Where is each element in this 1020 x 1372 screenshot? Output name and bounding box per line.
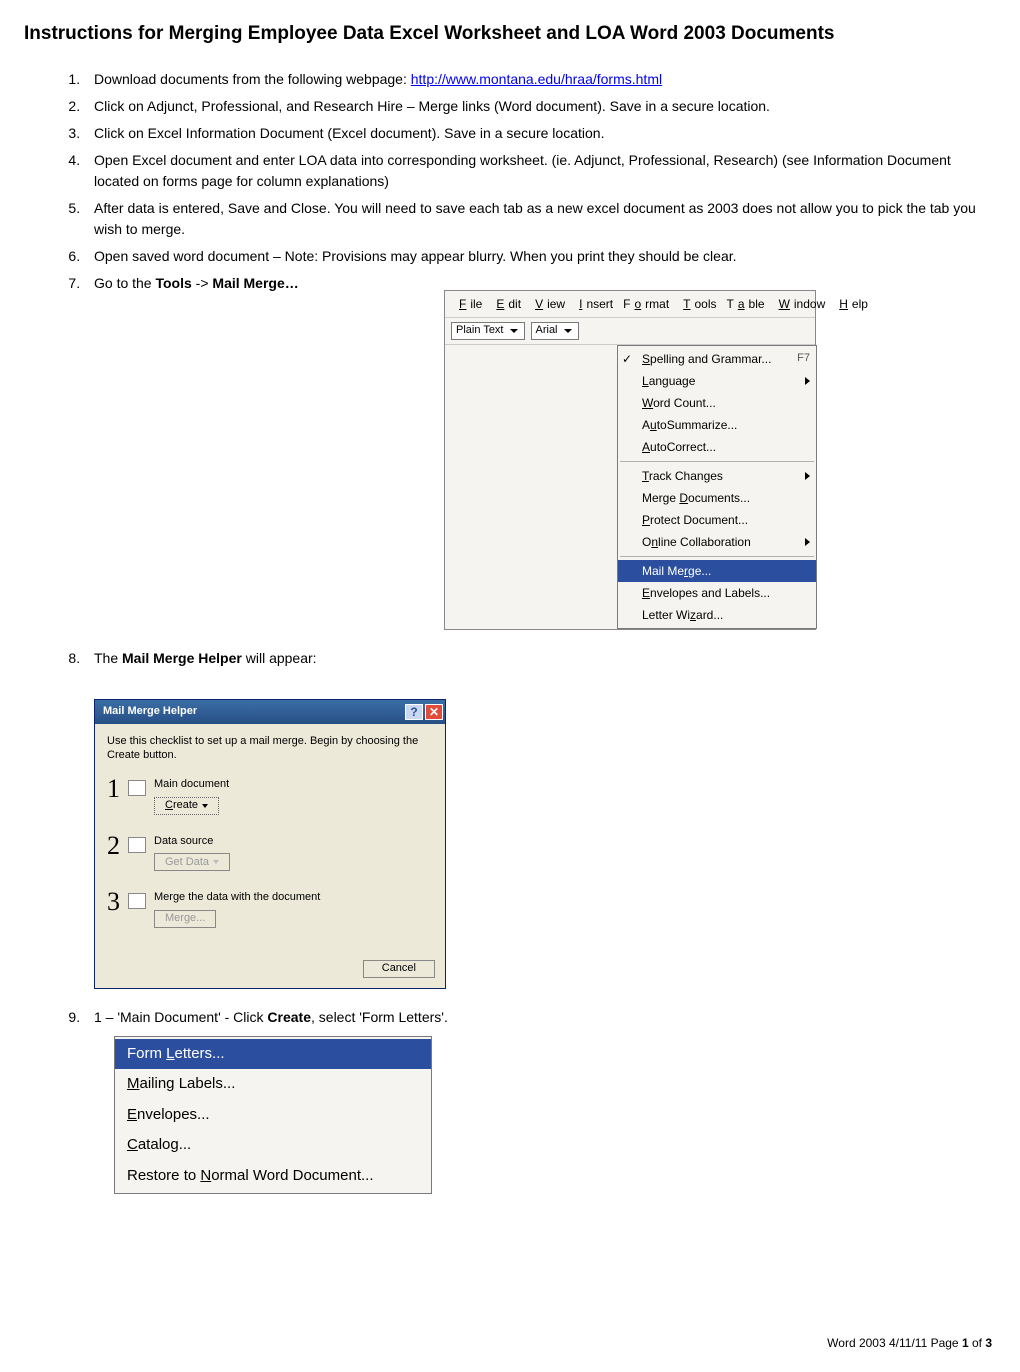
step-3: Click on Excel Information Document (Exc… [84, 123, 996, 144]
step-5: After data is entered, Save and Close. Y… [84, 198, 996, 240]
catalog-item[interactable]: Catalog... [115, 1130, 431, 1161]
mmh-step-1: 1 Main document Create [107, 776, 433, 815]
main-document-icon [128, 780, 146, 796]
step-8-prefix: The [94, 650, 122, 666]
step-9-prefix: 1 – 'Main Document' - Click [94, 1009, 267, 1025]
step-2: Click on Adjunct, Professional, and Rese… [84, 96, 996, 117]
instruction-list: Download documents from the following we… [24, 69, 996, 1195]
mmh-step-2: 2 Data source Get Data [107, 833, 433, 872]
form-letters-item[interactable]: Form Letters... [115, 1039, 431, 1070]
step-number: 3 [107, 889, 120, 915]
menu-autocorrect[interactable]: AutoCorrect... [618, 436, 816, 458]
step-9: 1 – 'Main Document' - Click Create, sele… [84, 1007, 996, 1195]
merge-button: Merge... [154, 910, 216, 928]
menu-edit[interactable]: Edit [488, 294, 525, 314]
get-data-button: Get Data [154, 853, 230, 871]
step-7: Go to the Tools -> Mail Merge… File Edit… [84, 273, 996, 630]
step-9-suffix: , select 'Form Letters'. [311, 1009, 448, 1025]
mmh-step-3: 3 Merge the data with the document Merge… [107, 889, 433, 928]
menu-window[interactable]: Window [771, 294, 830, 314]
help-button[interactable]: ? [405, 704, 423, 720]
step-6: Open saved word document – Note: Provisi… [84, 246, 996, 267]
dialog-titlebar: Mail Merge Helper ? ✕ [95, 700, 445, 724]
menu-file[interactable]: File [451, 294, 486, 314]
menu-tools[interactable]: Tools [675, 294, 720, 314]
mail-merge-helper-dialog: Mail Merge Helper ? ✕ Use this checklist… [94, 699, 446, 989]
menu-autosummarize[interactable]: AutoSummarize... [618, 414, 816, 436]
step-number: 2 [107, 833, 120, 859]
menu-separator [620, 556, 814, 557]
menu-insert[interactable]: Insert [571, 294, 617, 314]
step-8: The Mail Merge Helper will appear: Mail … [84, 648, 996, 989]
step-9-bold: Create [267, 1009, 311, 1025]
menu-letterwizard[interactable]: Letter Wizard... [618, 604, 816, 626]
close-button[interactable]: ✕ [425, 704, 443, 720]
step-8-suffix: will appear: [242, 650, 317, 666]
download-link[interactable]: http://www.montana.edu/hraa/forms.html [411, 71, 662, 87]
font-combo[interactable]: Arial [531, 322, 579, 340]
menu-mergedocuments[interactable]: Merge Documents... [618, 487, 816, 509]
menu-language[interactable]: Language [618, 370, 816, 392]
step-1-text: Download documents from the following we… [94, 71, 411, 87]
envelopes-item[interactable]: Envelopes... [115, 1100, 431, 1131]
menu-bar: File Edit View Insert Format Tools Table… [445, 291, 815, 318]
step-7-prefix: Go to the [94, 275, 155, 291]
menu-table[interactable]: Table [723, 294, 769, 314]
dialog-hint: Use this checklist to set up a mail merg… [107, 734, 433, 763]
step-number: 1 [107, 776, 120, 802]
mailing-labels-item[interactable]: Mailing Labels... [115, 1069, 431, 1100]
dialog-title: Mail Merge Helper [103, 703, 197, 720]
menu-onlinecollab[interactable]: Online Collaboration [618, 531, 816, 553]
menu-wordcount[interactable]: Word Count... [618, 392, 816, 414]
envelope-icon [622, 584, 636, 598]
step1-label: Main document [154, 776, 229, 793]
cancel-button[interactable]: Cancel [363, 960, 435, 978]
menu-view[interactable]: View [527, 294, 569, 314]
step-7-arrow: -> [192, 275, 213, 291]
menu-mailmerge-item[interactable]: Mail Merge... [618, 560, 816, 582]
page-title: Instructions for Merging Employee Data E… [24, 20, 996, 49]
style-combo[interactable]: Plain Text [451, 322, 525, 340]
menu-trackchanges[interactable]: Track Changes [618, 465, 816, 487]
footer-of: of [969, 1336, 986, 1350]
page-footer: Word 2003 4/11/11 Page 1 of 3 [24, 1334, 996, 1352]
step-7-tools: Tools [155, 275, 191, 291]
menu-protect[interactable]: Protect Document... [618, 509, 816, 531]
step2-label: Data source [154, 833, 230, 850]
check-icon: ✓ [622, 350, 636, 364]
data-source-icon [128, 837, 146, 853]
step3-label: Merge the data with the document [154, 889, 320, 906]
footer-page-current: 1 [962, 1336, 969, 1350]
step-4: Open Excel document and enter LOA data i… [84, 150, 996, 192]
step-7-mailmerge: Mail Merge… [212, 275, 298, 291]
merge-icon [128, 893, 146, 909]
step-8-bold: Mail Merge Helper [122, 650, 242, 666]
tools-dropdown: ✓Spelling and Grammar...F7 Language Word… [617, 345, 817, 629]
restore-normal-item[interactable]: Restore to Normal Word Document... [115, 1161, 431, 1192]
formatting-toolbar: Plain Text Arial [445, 318, 815, 345]
word-menu-screenshot: File Edit View Insert Format Tools Table… [444, 290, 816, 630]
footer-prefix: Word 2003 4/11/11 Page [827, 1336, 962, 1350]
summarize-icon [622, 416, 636, 430]
menu-envelopes-labels[interactable]: Envelopes and Labels... [618, 582, 816, 604]
menu-separator [620, 461, 814, 462]
menu-spelling[interactable]: ✓Spelling and Grammar...F7 [618, 348, 816, 370]
menu-help[interactable]: Help [831, 294, 872, 314]
create-button[interactable]: Create [154, 797, 219, 815]
step-1: Download documents from the following we… [84, 69, 996, 90]
menu-format[interactable]: Format [619, 294, 673, 314]
footer-page-total: 3 [985, 1336, 992, 1350]
create-submenu: Form Letters... Mailing Labels... Envelo… [114, 1036, 432, 1195]
